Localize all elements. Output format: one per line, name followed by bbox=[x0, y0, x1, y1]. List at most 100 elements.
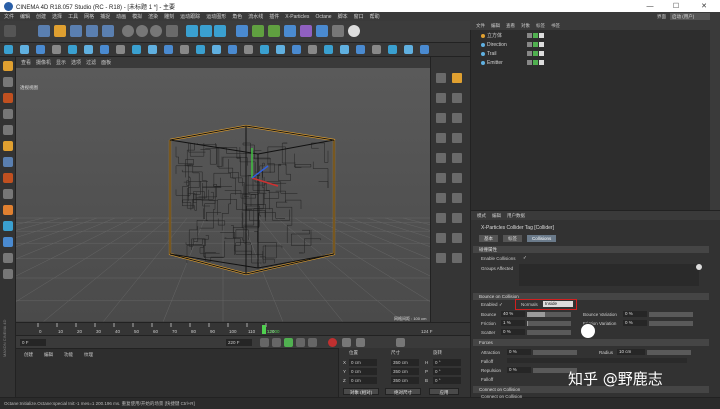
playhead[interactable] bbox=[262, 325, 266, 334]
go-to-start-icon[interactable] bbox=[260, 338, 269, 347]
viewport-tool-icon[interactable] bbox=[436, 153, 446, 163]
friction-slider[interactable] bbox=[527, 320, 571, 326]
bounce-variation-field[interactable]: 0 % bbox=[623, 311, 647, 317]
viewport-tool-icon[interactable] bbox=[436, 193, 446, 203]
viewport-menu-item-0[interactable]: 查看 bbox=[21, 59, 31, 66]
xparticles-tool-icon[interactable] bbox=[132, 45, 141, 54]
subdivision-icon[interactable] bbox=[268, 25, 280, 37]
tab-basic[interactable]: 基本 bbox=[479, 235, 498, 242]
live-select-icon[interactable] bbox=[38, 25, 50, 37]
object-menu-item-4[interactable]: 标签 bbox=[536, 23, 545, 29]
section-forces[interactable]: Forces bbox=[473, 339, 709, 346]
minimize-button[interactable]: — bbox=[640, 0, 660, 12]
section-bounce[interactable]: Bounce on Collision bbox=[473, 293, 709, 300]
bounce-slider[interactable] bbox=[527, 311, 571, 317]
friction-variation-field[interactable]: 0 % bbox=[623, 320, 647, 326]
camera-icon[interactable] bbox=[332, 25, 344, 37]
menu-item-6[interactable]: 捕捉 bbox=[100, 13, 110, 20]
xparticles-tool-icon[interactable] bbox=[340, 45, 349, 54]
move-icon[interactable] bbox=[54, 25, 66, 37]
menu-item-0[interactable]: 文件 bbox=[4, 13, 14, 20]
menu-item-17[interactable]: Octane bbox=[315, 14, 331, 20]
render-settings-icon[interactable] bbox=[214, 25, 226, 37]
viewport-tool-icon[interactable] bbox=[452, 193, 462, 203]
mode-tool-icon[interactable] bbox=[3, 253, 13, 263]
xparticles-tool-icon[interactable] bbox=[420, 45, 429, 54]
visibility-tag-icon[interactable] bbox=[533, 60, 538, 65]
xparticles-tool-icon[interactable] bbox=[404, 45, 413, 54]
material-menu-item-2[interactable]: 功能 bbox=[64, 352, 73, 358]
menu-item-7[interactable]: 动画 bbox=[116, 13, 126, 20]
autokey-icon[interactable] bbox=[342, 338, 351, 347]
cube-icon[interactable] bbox=[236, 25, 248, 37]
coordinate-mode-dropdown[interactable]: 对象 (相对) bbox=[343, 388, 379, 395]
apply-button[interactable]: 应用 bbox=[429, 388, 459, 395]
menu-item-16[interactable]: X-Particles bbox=[285, 14, 309, 20]
xparticles-tool-icon[interactable] bbox=[68, 45, 77, 54]
menu-item-13[interactable]: 角色 bbox=[232, 13, 242, 20]
viewport-menu-item-2[interactable]: 显示 bbox=[56, 59, 66, 66]
radius-slider[interactable] bbox=[647, 349, 691, 355]
render-view-icon[interactable] bbox=[186, 25, 198, 37]
visibility-tag-icon[interactable] bbox=[539, 60, 544, 65]
scale-icon[interactable] bbox=[70, 25, 82, 37]
viewport-menu-item-5[interactable]: 面板 bbox=[101, 59, 111, 66]
viewport-tool-icon[interactable] bbox=[436, 173, 446, 183]
viewport-tool-icon[interactable] bbox=[452, 113, 462, 123]
visibility-tag-icon[interactable] bbox=[527, 42, 532, 47]
xparticles-tool-icon[interactable] bbox=[84, 45, 93, 54]
deformer-icon[interactable] bbox=[300, 25, 312, 37]
xparticles-tool-icon[interactable] bbox=[244, 45, 253, 54]
menu-item-8[interactable]: 模拟 bbox=[132, 13, 142, 20]
play-icon[interactable] bbox=[284, 338, 293, 347]
mode-tool-icon[interactable] bbox=[3, 93, 13, 103]
object-name[interactable]: Emitter bbox=[487, 60, 503, 66]
viewport-tool-icon[interactable] bbox=[452, 133, 462, 143]
key-icon[interactable] bbox=[356, 338, 365, 347]
render-picture-viewer-icon[interactable] bbox=[200, 25, 212, 37]
object-menu-item-2[interactable]: 查看 bbox=[506, 23, 515, 29]
xparticles-tool-icon[interactable] bbox=[52, 45, 61, 54]
position-field[interactable]: 0 cm bbox=[349, 377, 377, 384]
viewport-tool-icon[interactable] bbox=[436, 233, 446, 243]
mode-tool-icon[interactable] bbox=[3, 157, 13, 167]
visibility-tag-icon[interactable] bbox=[527, 51, 532, 56]
viewport-tool-icon[interactable] bbox=[436, 93, 446, 103]
mode-tool-icon[interactable] bbox=[3, 109, 13, 119]
xparticles-tool-icon[interactable] bbox=[100, 45, 109, 54]
menu-item-20[interactable]: 帮助 bbox=[370, 13, 380, 20]
visibility-tag-icon[interactable] bbox=[533, 33, 538, 38]
viewport-tool-icon[interactable] bbox=[452, 153, 462, 163]
repulsion-field[interactable]: 0 % bbox=[507, 367, 531, 373]
menu-item-9[interactable]: 渲染 bbox=[148, 13, 158, 20]
floor-icon[interactable] bbox=[316, 25, 328, 37]
mode-tool-icon[interactable] bbox=[3, 205, 13, 215]
attraction-slider[interactable] bbox=[533, 349, 577, 355]
material-menu-item-1[interactable]: 编辑 bbox=[44, 352, 53, 358]
object-row[interactable]: Direction bbox=[481, 41, 507, 49]
xparticles-tool-icon[interactable] bbox=[164, 45, 173, 54]
visibility-tag-icon[interactable] bbox=[539, 51, 544, 56]
next-frame-icon[interactable] bbox=[296, 338, 305, 347]
viewport-menu-item-3[interactable]: 选项 bbox=[71, 59, 81, 66]
visibility-tag-icon[interactable] bbox=[533, 51, 538, 56]
menu-item-19[interactable]: 窗口 bbox=[354, 13, 364, 20]
array-icon[interactable] bbox=[284, 25, 296, 37]
xparticles-tool-icon[interactable] bbox=[196, 45, 205, 54]
viewport-tool-icon[interactable] bbox=[452, 253, 462, 263]
position-field[interactable]: 0 cm bbox=[349, 368, 377, 375]
friction-variation-slider[interactable] bbox=[649, 320, 693, 326]
mode-tool-icon[interactable] bbox=[3, 221, 13, 231]
xparticles-tool-icon[interactable] bbox=[388, 45, 397, 54]
object-menu-item-0[interactable]: 文件 bbox=[476, 23, 485, 29]
viewport-tool-icon[interactable] bbox=[452, 93, 462, 103]
maximize-button[interactable]: ☐ bbox=[666, 0, 686, 12]
xparticles-tool-icon[interactable] bbox=[356, 45, 365, 54]
bounce-field[interactable]: 40 % bbox=[501, 311, 525, 317]
mode-tool-icon[interactable] bbox=[3, 269, 13, 279]
visibility-tag-icon[interactable] bbox=[527, 33, 532, 38]
undo-icon[interactable] bbox=[4, 25, 16, 37]
object-name[interactable]: Direction bbox=[487, 42, 507, 48]
mode-tool-icon[interactable] bbox=[3, 237, 13, 247]
mode-tool-icon[interactable] bbox=[3, 125, 13, 135]
